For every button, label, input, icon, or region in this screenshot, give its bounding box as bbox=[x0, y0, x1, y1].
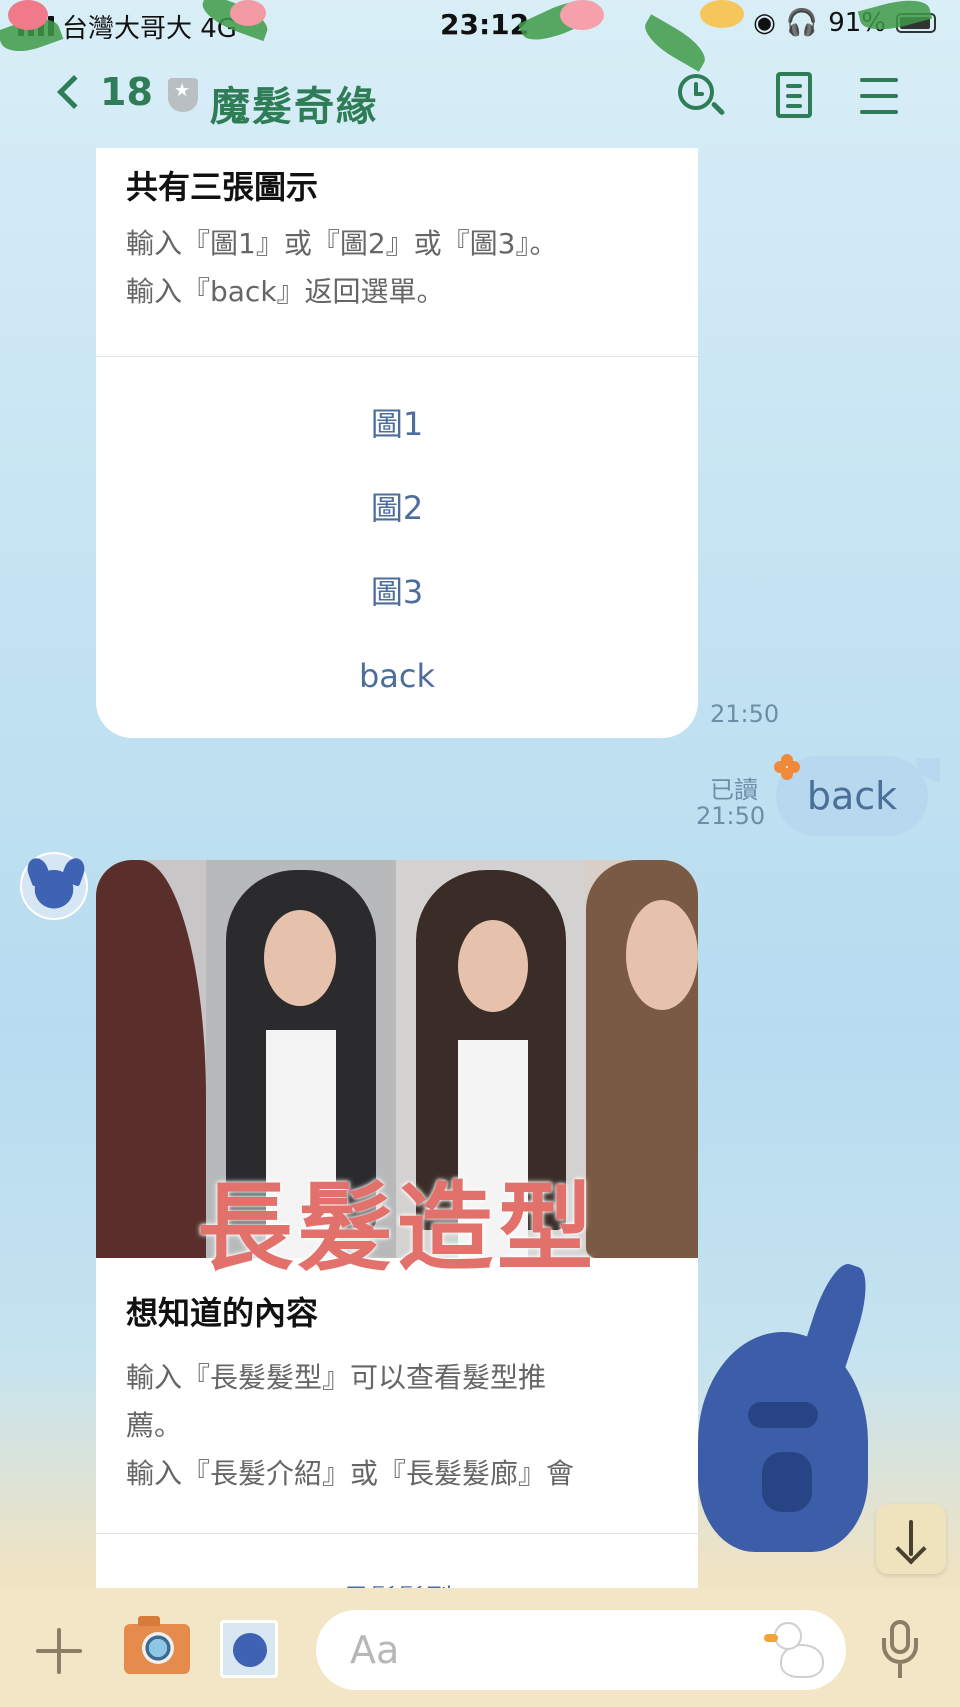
flex-message-card: 共有三張圖示 輸入『圖1』或『圖2』或『圖3』。 輸入『back』返回選單。 圖… bbox=[96, 148, 698, 738]
sticker-icon bbox=[233, 1633, 267, 1667]
card-divider bbox=[96, 1533, 698, 1534]
lock-rotation-icon: ◉ bbox=[753, 8, 776, 38]
unread-count: 18 bbox=[100, 70, 153, 114]
card-text: 輸入『長髮髮型』可以查看髮型推 薦。 輸入『長髮介紹』或『長髮髮廊』會 bbox=[126, 1361, 575, 1490]
action-back[interactable]: back bbox=[96, 646, 698, 706]
chat-header: 18 魔髮奇緣 bbox=[0, 60, 960, 138]
headphones-icon: 🎧 bbox=[785, 8, 819, 38]
back-button[interactable]: 18 bbox=[50, 70, 153, 114]
scroll-to-bottom-button[interactable] bbox=[876, 1504, 946, 1574]
card-text: 輸入『圖1』或『圖2』或『圖3』。 輸入『back』返回選單。 bbox=[126, 227, 558, 308]
sticker-button[interactable] bbox=[220, 1620, 278, 1678]
shield-star-icon bbox=[168, 78, 198, 112]
message-time: 21:50 bbox=[696, 802, 766, 830]
bot-avatar[interactable] bbox=[20, 852, 88, 920]
action-pic-1[interactable]: 圖1 bbox=[96, 394, 698, 454]
action-pic-3[interactable]: 圖3 bbox=[96, 562, 698, 622]
emoji-button[interactable] bbox=[764, 1618, 830, 1682]
card-title: 想知道的內容 bbox=[126, 1294, 319, 1332]
card-divider bbox=[96, 356, 698, 357]
camera-button[interactable] bbox=[124, 1616, 190, 1674]
search-button[interactable] bbox=[676, 72, 726, 120]
camera-icon bbox=[142, 1632, 174, 1664]
microphone-button[interactable] bbox=[878, 1620, 922, 1680]
card-title: 共有三張圖示 bbox=[126, 168, 319, 206]
status-bar: 台灣大哥大 4G 23:12 ◉ 🎧 91% bbox=[0, 0, 960, 50]
message-composer: Aa bbox=[0, 1588, 960, 1707]
chat-title: 魔髮奇緣 bbox=[210, 84, 378, 130]
clock: 23:12 bbox=[440, 8, 530, 41]
read-receipt: 已讀 bbox=[710, 776, 758, 804]
message-time: 21:50 bbox=[710, 700, 780, 728]
background-character-art bbox=[698, 1258, 878, 1562]
flex-message-card: 長髮造型 想知道的內容 輸入『長髮髮型』可以查看髮型推 薦。 輸入『長髮介紹』或… bbox=[96, 860, 698, 1590]
notes-button[interactable] bbox=[772, 72, 820, 120]
plus-button[interactable] bbox=[34, 1626, 84, 1676]
action-pic-2[interactable]: 圖2 bbox=[96, 478, 698, 538]
menu-icon bbox=[860, 78, 898, 82]
menu-button[interactable] bbox=[856, 72, 904, 120]
image-caption: 長髮造型 bbox=[197, 1172, 597, 1284]
chevron-left-icon bbox=[57, 75, 91, 109]
flower-icon bbox=[774, 754, 800, 780]
